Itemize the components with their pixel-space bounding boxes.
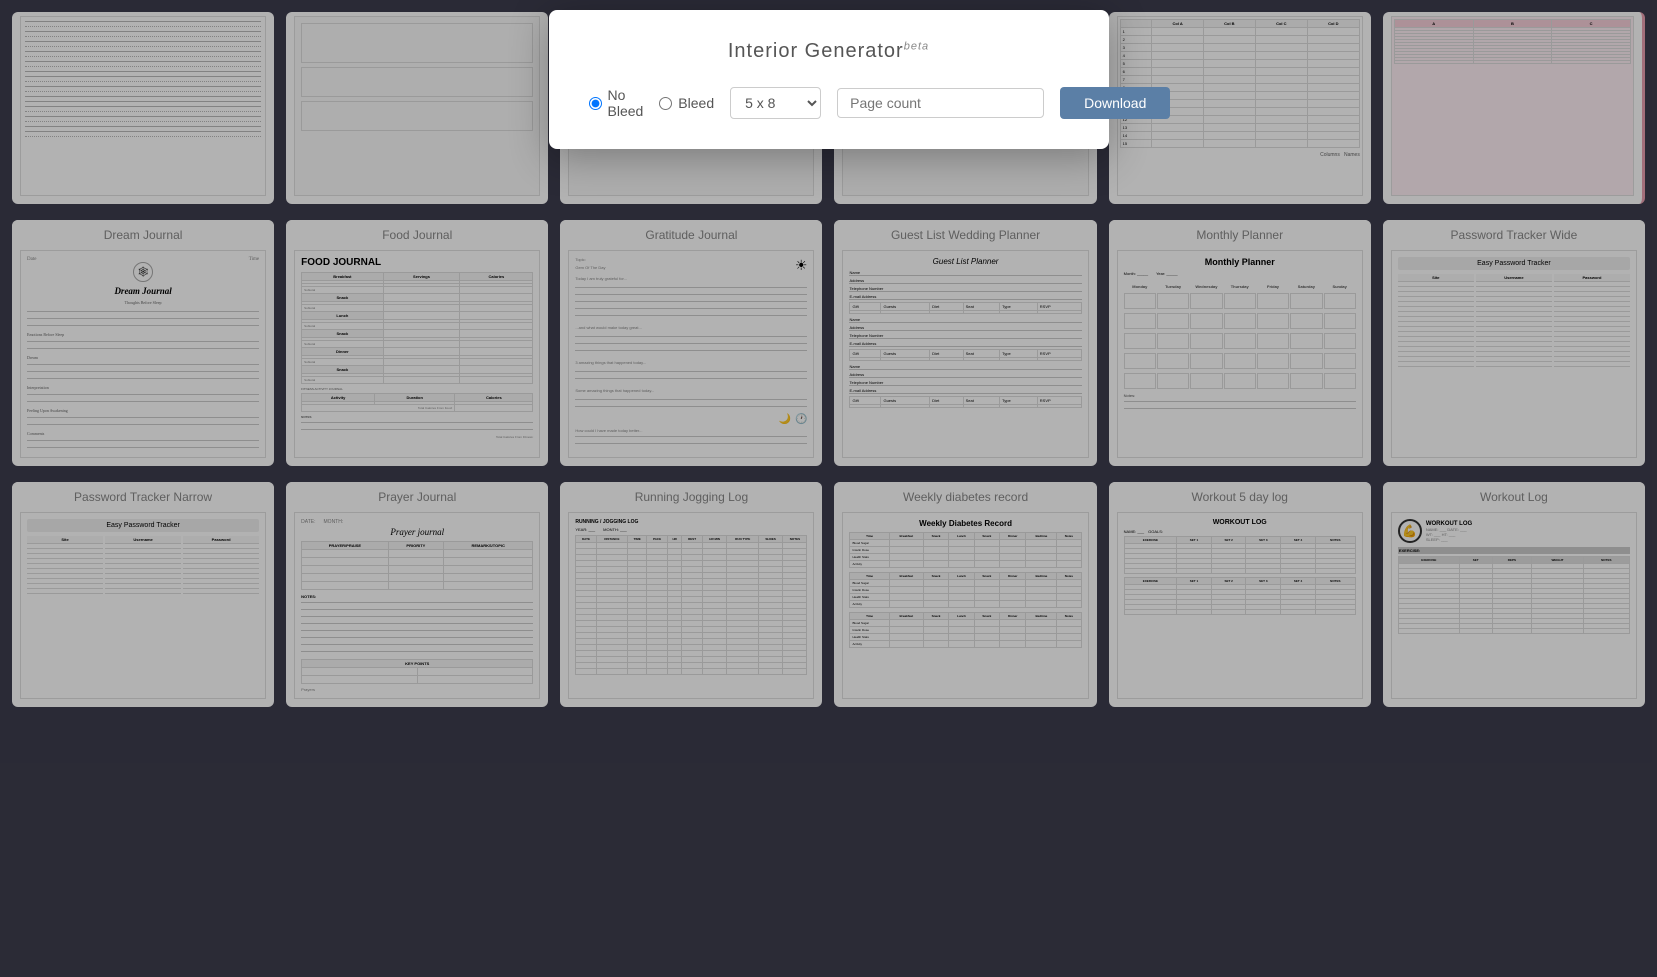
- size-select[interactable]: 5 x 8 6 x 9 8.5 x 11: [730, 87, 821, 119]
- modal-overlay: Interior Generatorbeta No Bleed Bleed 5 …: [0, 0, 1657, 977]
- modal-controls: No Bleed Bleed 5 x 8 6 x 9 8.5 x 11 Down…: [589, 87, 1069, 119]
- page-count-input[interactable]: [837, 88, 1044, 118]
- no-bleed-radio[interactable]: [589, 97, 602, 110]
- no-bleed-label[interactable]: No Bleed: [608, 87, 644, 119]
- bleed-group: Bleed: [659, 95, 714, 111]
- modal-title: Interior Generatorbeta: [589, 40, 1069, 63]
- download-button[interactable]: Download: [1060, 87, 1170, 119]
- bleed-label[interactable]: Bleed: [678, 95, 714, 111]
- no-bleed-group: No Bleed: [589, 87, 644, 119]
- bleed-radio[interactable]: [659, 97, 672, 110]
- interior-generator-modal: Interior Generatorbeta No Bleed Bleed 5 …: [549, 10, 1109, 149]
